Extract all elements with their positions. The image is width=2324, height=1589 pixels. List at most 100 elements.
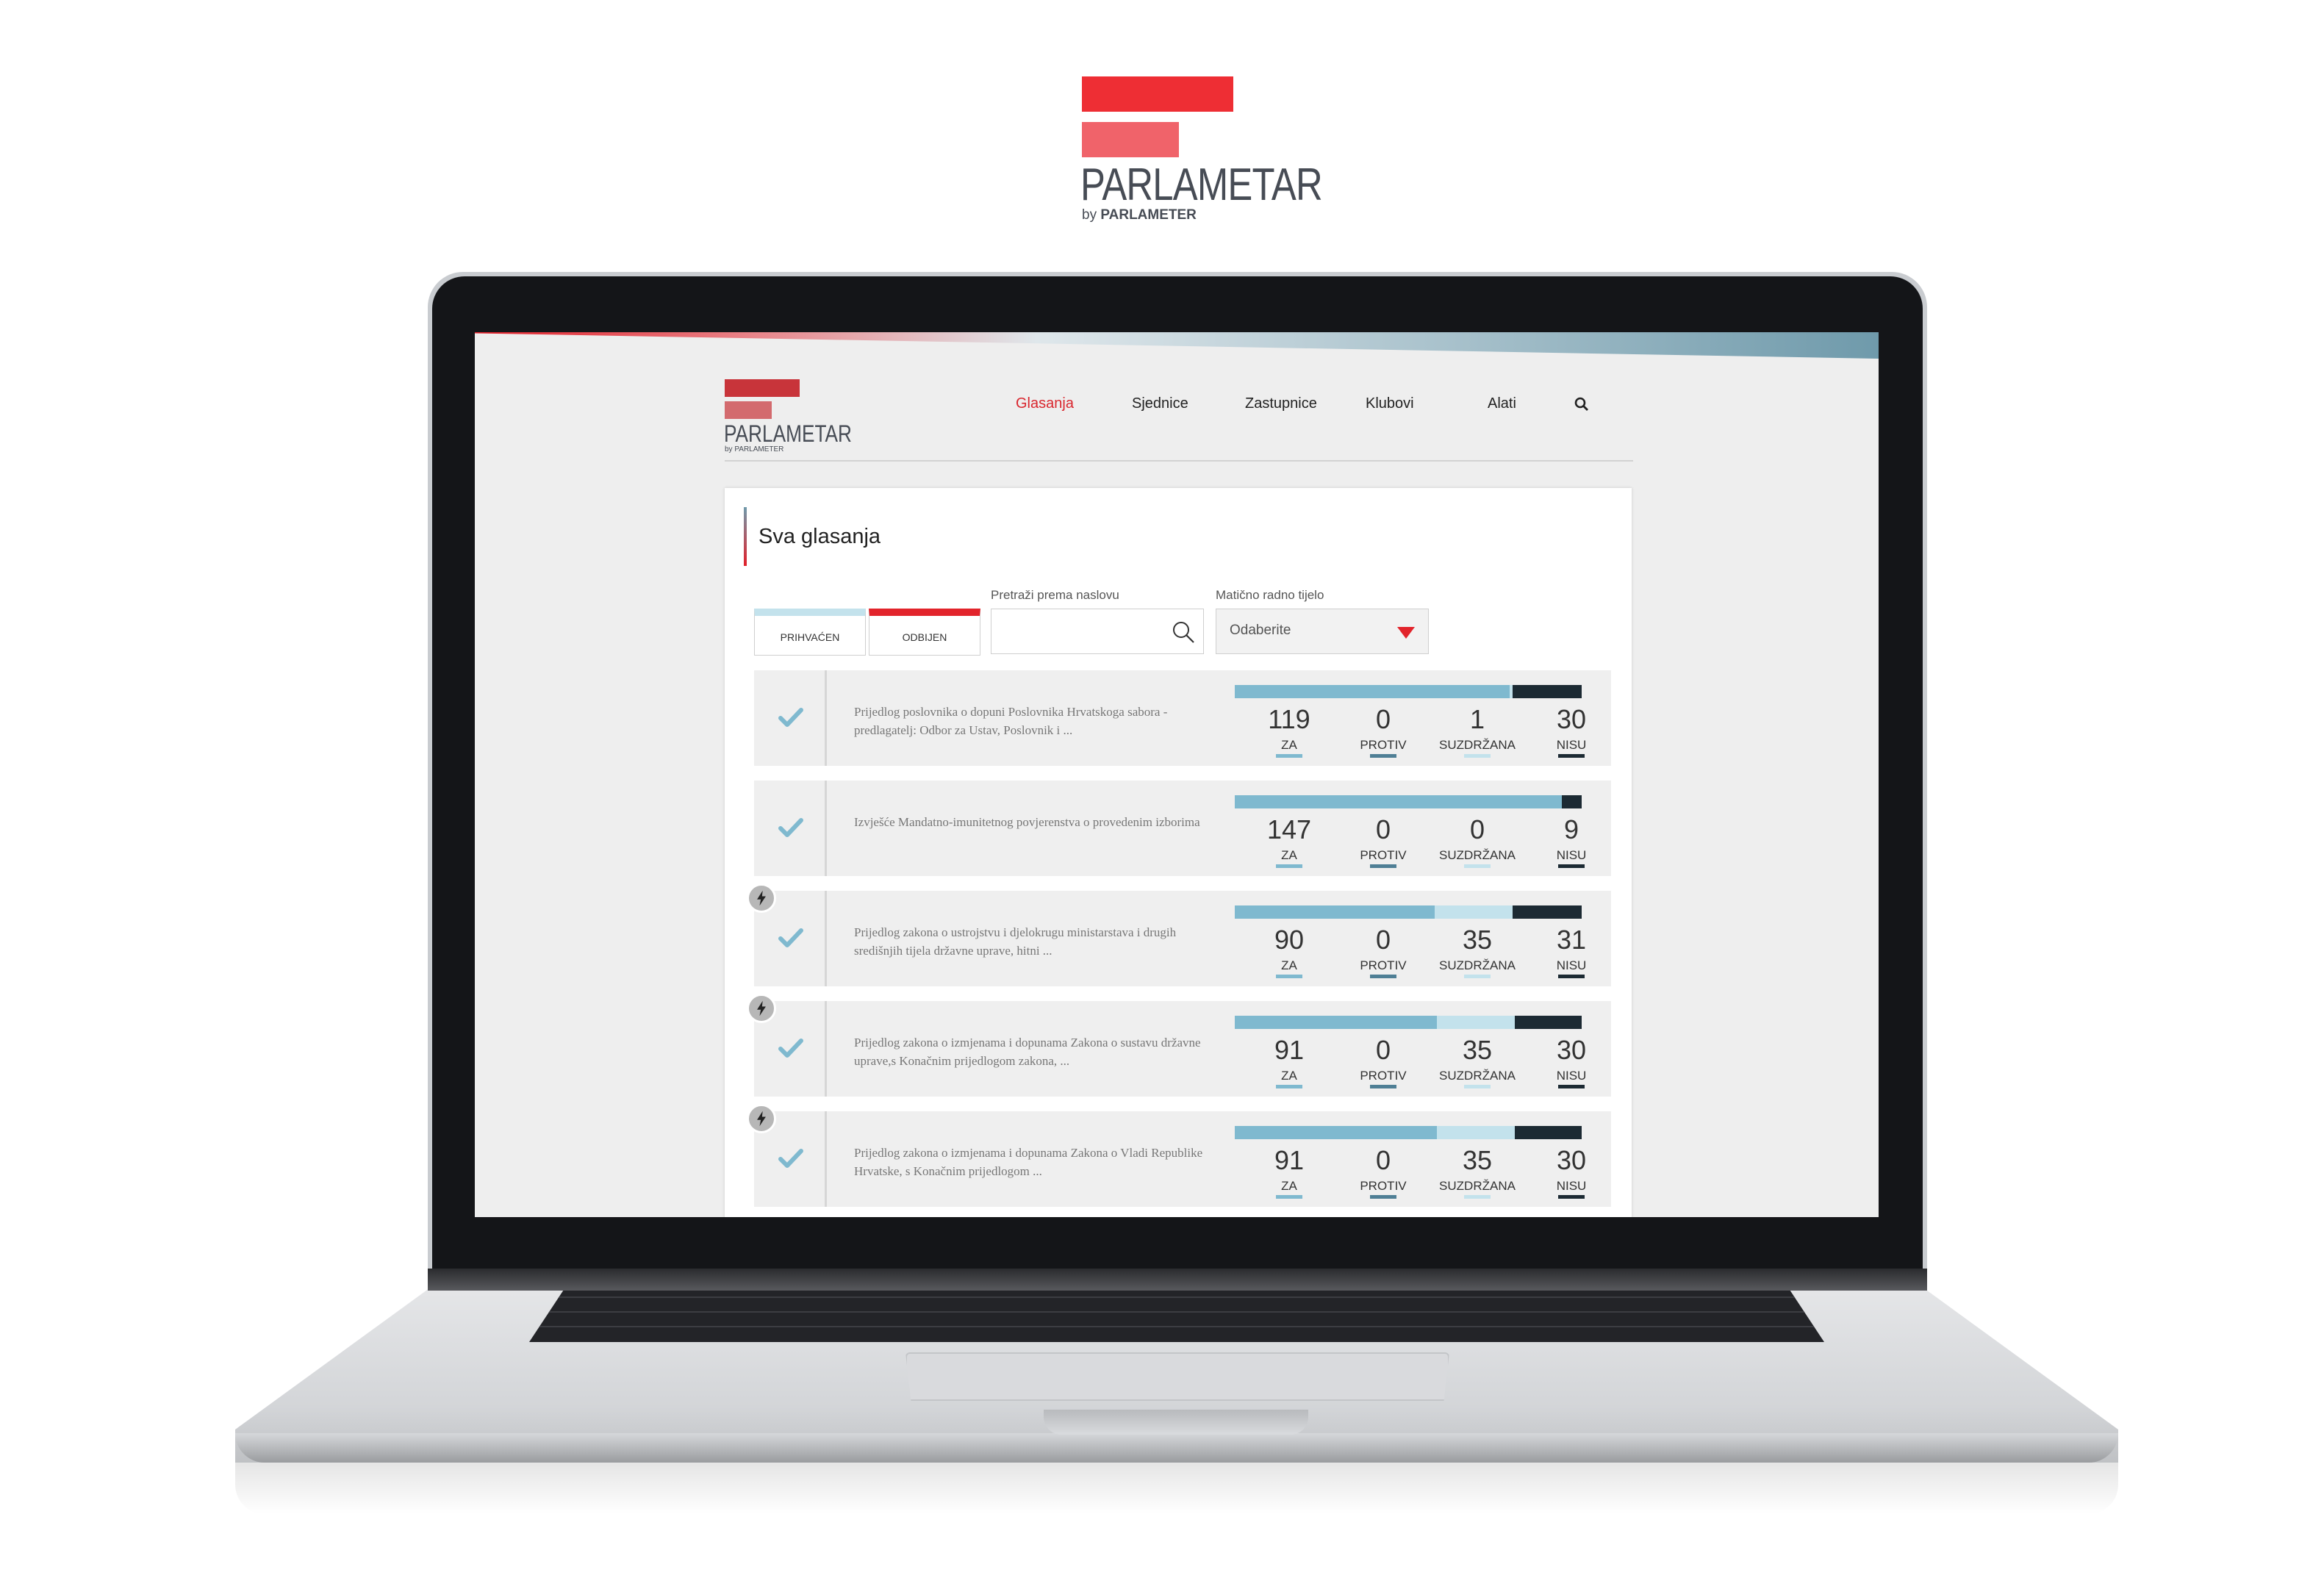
- vote-title[interactable]: Prijedlog poslovnika o dopuni Poslovnika…: [854, 703, 1207, 739]
- vote-count-suzdrzana: 0: [1469, 814, 1485, 844]
- vote-count-suzdrzana: 35: [1462, 925, 1493, 955]
- vote-title[interactable]: Prijedlog zakona o izmjenama i dopunama …: [854, 1033, 1207, 1070]
- logo-bar-top: [1082, 76, 1233, 112]
- lightning-icon: [747, 1104, 776, 1133]
- search-icon[interactable]: [1573, 395, 1590, 413]
- bar-segment-nisu: [1561, 795, 1582, 808]
- filter-rejected-button[interactable]: ODBIJEN: [869, 609, 980, 656]
- committee-select[interactable]: Odaberite: [1216, 609, 1429, 654]
- vote-title[interactable]: Prijedlog zakona o izmjenama i dopunama …: [854, 1144, 1207, 1180]
- bar-segment-nisu: [1515, 1126, 1582, 1139]
- laptop-trackpad: [905, 1352, 1449, 1401]
- vote-underline-protiv: [1370, 1195, 1396, 1199]
- vote-label-za: ZA: [1281, 738, 1297, 752]
- laptop-base-edge: [235, 1433, 2118, 1463]
- checkmark-icon: [778, 1149, 803, 1168]
- checkmark-icon: [778, 928, 803, 947]
- vote-row[interactable]: Prijedlog zakona o izmjenama i dopunama …: [747, 1104, 1611, 1207]
- vote-underline-za: [1276, 1195, 1302, 1199]
- logo-bar-bottom: [1082, 122, 1179, 157]
- laptop-screen: PARLAMETAR by PARLAMETER Glasanja Sjedni…: [475, 332, 1879, 1217]
- vote-underline-protiv: [1370, 1085, 1396, 1088]
- nav-sjednice[interactable]: Sjednice: [1132, 395, 1188, 412]
- vote-row[interactable]: Izvješće Mandatno-imunitetnog povjerenst…: [754, 781, 1611, 876]
- vote-count-za: 91: [1274, 1145, 1305, 1175]
- vote-underline-suzdrzana: [1464, 1195, 1491, 1199]
- vote-count-za: 90: [1274, 925, 1305, 955]
- vote-underline-suzdrzana: [1464, 975, 1491, 978]
- vote-count-nisu: 31: [1556, 925, 1587, 955]
- site-logo-bar-bottom: [725, 401, 772, 419]
- vote-title[interactable]: Izvješće Mandatno-imunitetnog povjerenst…: [854, 813, 1207, 831]
- lightning-icon: [747, 994, 776, 1023]
- byline-name: PARLAMETER: [1100, 207, 1197, 223]
- row-divider: [825, 891, 827, 986]
- site-byline-name: PARLAMETER: [734, 445, 784, 453]
- vote-label-suzdrzana: SUZDRŽANA: [1439, 958, 1516, 972]
- vote-count-nisu: 30: [1556, 1145, 1587, 1175]
- vote-row[interactable]: Prijedlog zakona o izmjenama i dopunama …: [747, 994, 1611, 1097]
- laptop-notch: [1044, 1410, 1308, 1435]
- vote-label-nisu: NISU: [1556, 738, 1587, 752]
- byline-prefix: by: [1082, 207, 1097, 223]
- site-logo-bar-top: [725, 379, 800, 397]
- vote-row[interactable]: Prijedlog poslovnika o dopuni Poslovnika…: [754, 670, 1611, 766]
- bar-segment-za: [1235, 795, 1562, 808]
- vote-title[interactable]: Prijedlog zakona o ustrojstvu i djelokru…: [854, 923, 1207, 960]
- vote-result-bar: [1235, 1016, 1582, 1029]
- bar-segment-nisu: [1512, 685, 1582, 698]
- vote-count-protiv: 0: [1375, 1035, 1391, 1065]
- page-title: Sva glasanja: [758, 525, 881, 548]
- vote-label-suzdrzana: SUZDRŽANA: [1439, 1179, 1516, 1193]
- vote-label-nisu: NISU: [1556, 1179, 1587, 1193]
- committee-label: Matično radno tijelo: [1216, 588, 1324, 602]
- nav-klubovi[interactable]: Klubovi: [1366, 395, 1414, 412]
- site-logo[interactable]: PARLAMETAR by PARLAMETER: [724, 379, 852, 460]
- vote-result-bar: [1235, 1126, 1582, 1139]
- nav-glasanja[interactable]: Glasanja: [1016, 395, 1074, 412]
- vote-label-suzdrzana: SUZDRŽANA: [1439, 738, 1516, 752]
- header-stripe: [475, 332, 1879, 359]
- chevron-down-icon: [1397, 627, 1415, 639]
- vote-label-suzdrzana: SUZDRŽANA: [1439, 848, 1516, 862]
- vote-label-za: ZA: [1281, 848, 1297, 862]
- nav-alati[interactable]: Alati: [1488, 395, 1516, 412]
- laptop-keyboard: [529, 1283, 1824, 1342]
- vote-count-suzdrzana: 1: [1469, 704, 1485, 734]
- votes-card: Sva glasanja PRIHVAĆEN ODBIJEN Pretraži …: [725, 488, 1632, 1217]
- vote-underline-nisu: [1558, 1195, 1585, 1199]
- vote-count-protiv: 0: [1375, 925, 1391, 955]
- vote-result-bar: [1235, 795, 1582, 808]
- laptop-hinge: [428, 1269, 1927, 1291]
- vote-label-za: ZA: [1281, 1069, 1297, 1083]
- vote-count-protiv: 0: [1375, 1145, 1391, 1175]
- filter-accepted-button[interactable]: PRIHVAĆEN: [754, 609, 866, 656]
- magnifier-icon[interactable]: [1171, 620, 1196, 645]
- vote-row[interactable]: Prijedlog zakona o ustrojstvu i djelokru…: [747, 883, 1611, 986]
- vote-count-za: 147: [1266, 814, 1312, 844]
- checkmark-icon: [778, 1039, 803, 1058]
- vote-label-protiv: PROTIV: [1360, 958, 1407, 972]
- vote-label-za: ZA: [1281, 1179, 1297, 1193]
- vote-underline-nisu: [1558, 864, 1585, 868]
- vote-underline-za: [1276, 754, 1302, 758]
- title-accent: [744, 507, 747, 566]
- vote-underline-protiv: [1370, 864, 1396, 868]
- laptop-shadow: [235, 1463, 2118, 1514]
- site-logo-name: PARLAMETAR: [724, 420, 852, 447]
- vote-underline-protiv: [1370, 754, 1396, 758]
- bar-segment-za: [1235, 1016, 1438, 1029]
- vote-underline-protiv: [1370, 975, 1396, 978]
- row-divider: [825, 1001, 827, 1097]
- nav-zastupnice[interactable]: Zastupnice: [1245, 395, 1317, 412]
- vote-label-protiv: PROTIV: [1360, 1069, 1407, 1083]
- vote-count-suzdrzana: 35: [1462, 1145, 1493, 1175]
- bar-segment-nisu: [1513, 905, 1582, 919]
- vote-count-za: 119: [1268, 704, 1310, 734]
- bar-segment-suzdrzana: [1435, 905, 1513, 919]
- search-input[interactable]: [991, 609, 1204, 654]
- vote-count-suzdrzana: 35: [1462, 1035, 1493, 1065]
- vote-underline-nisu: [1558, 1085, 1585, 1088]
- vote-label-suzdrzana: SUZDRŽANA: [1439, 1069, 1516, 1083]
- bar-segment-suzdrzana: [1437, 1126, 1516, 1139]
